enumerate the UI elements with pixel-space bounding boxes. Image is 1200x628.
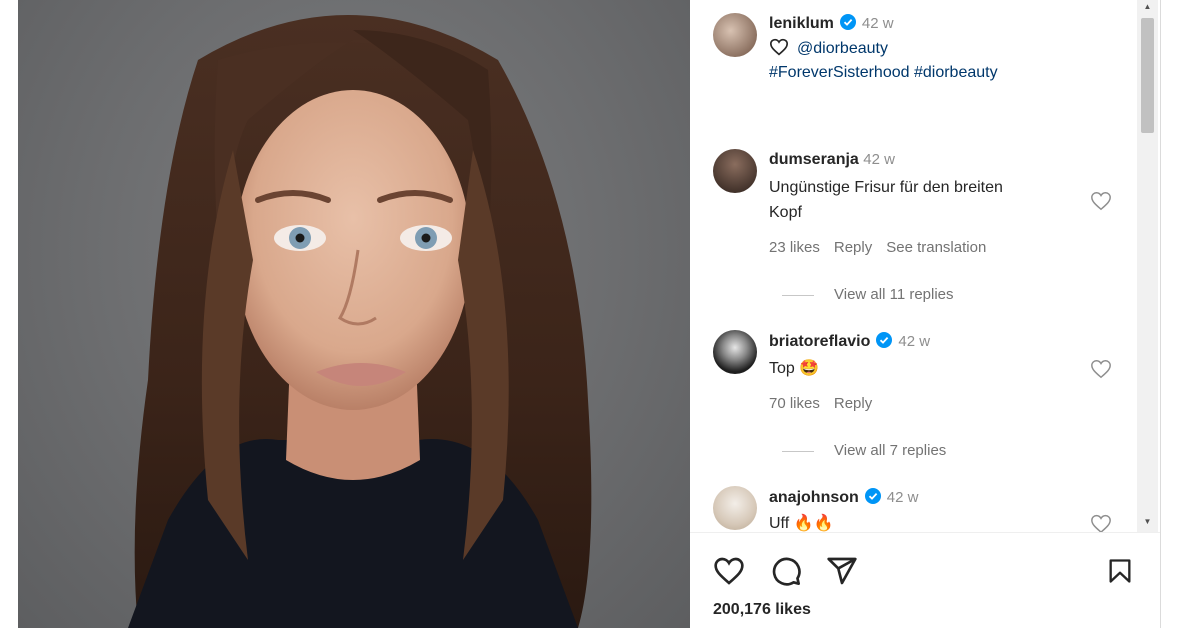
post-sidebar [690, 0, 1161, 628]
comment-username[interactable]: briatoreflavio [769, 333, 870, 350]
caption-hashtags[interactable]: #ForeverSisterhood #diorbeauty [769, 64, 998, 81]
author-username[interactable]: leniklum [769, 15, 834, 32]
verified-badge-icon [864, 488, 881, 504]
scroll-up-arrow-icon[interactable]: ▲ [1137, 0, 1158, 14]
comment-text-line: Ungünstige Frisur für den breiten [769, 179, 1003, 196]
view-replies-label: View all 7 replies [834, 442, 947, 459]
likes-count[interactable]: 200,176 likes [713, 601, 811, 619]
comment-icon[interactable] [770, 555, 802, 587]
scroll-down-arrow-icon[interactable]: ▼ [1137, 515, 1158, 529]
replies-dash [782, 294, 814, 296]
comment-like-heart-icon[interactable] [1090, 358, 1112, 380]
comment-time[interactable]: 42 w [887, 489, 919, 506]
comment-likes[interactable]: 23 likes [769, 239, 820, 256]
reply-button[interactable]: Reply [834, 395, 872, 412]
view-replies-button[interactable]: View all 7 replies [782, 442, 946, 459]
post-time[interactable]: 42 w [862, 15, 894, 32]
comment-time[interactable]: 42 w [898, 333, 930, 350]
like-heart-icon[interactable] [712, 555, 746, 587]
caption-mention-link[interactable]: @diorbeauty [797, 40, 888, 57]
bookmark-icon[interactable] [1106, 555, 1134, 587]
comment-avatar[interactable] [713, 486, 757, 530]
heart-icon [769, 38, 789, 56]
comment-header: briatoreflavio 42 w [769, 332, 930, 351]
comment-text: Ungünstige Frisur für den breiten Kopf [769, 175, 1003, 225]
comment-likes[interactable]: 70 likes [769, 395, 820, 412]
caption-header: leniklum 42 w [769, 14, 894, 33]
verified-badge-icon [839, 14, 856, 30]
comment-header: dumseranja 42 w [769, 151, 895, 169]
scrollbar-thumb[interactable] [1141, 18, 1154, 133]
comment-text: Uff 🔥🔥 [769, 515, 834, 532]
comment-header: anajohnson 42 w [769, 488, 918, 507]
caption-line-2: #ForeverSisterhood #diorbeauty [769, 64, 998, 82]
comment-username[interactable]: dumseranja [769, 151, 859, 168]
verified-badge-icon [876, 332, 893, 348]
comment-like-heart-icon[interactable] [1090, 190, 1112, 212]
view-replies-label: View all 11 replies [834, 286, 954, 303]
comment-avatar[interactable] [713, 330, 757, 374]
share-icon[interactable] [826, 555, 858, 587]
see-translation-button[interactable]: See translation [886, 239, 986, 256]
post-photo[interactable] [18, 0, 690, 628]
comment-actions: 23 likes Reply See translation [769, 239, 1000, 256]
comment-like-heart-icon[interactable] [1090, 513, 1112, 532]
reply-button[interactable]: Reply [834, 239, 872, 256]
author-avatar[interactable] [713, 13, 757, 57]
comment-text-line: Kopf [769, 204, 802, 221]
view-replies-button[interactable]: View all 11 replies [782, 286, 954, 303]
caption-line-1: @diorbeauty [769, 38, 888, 58]
comment-text: Top 🤩 [769, 360, 820, 377]
portrait-illustration [128, 15, 592, 628]
comment-username[interactable]: anajohnson [769, 489, 859, 506]
comment-avatar[interactable] [713, 149, 757, 193]
comment-actions: 70 likes Reply [769, 395, 886, 412]
replies-dash [782, 450, 814, 452]
actions-divider [690, 532, 1160, 533]
comment-time[interactable]: 42 w [863, 151, 895, 168]
